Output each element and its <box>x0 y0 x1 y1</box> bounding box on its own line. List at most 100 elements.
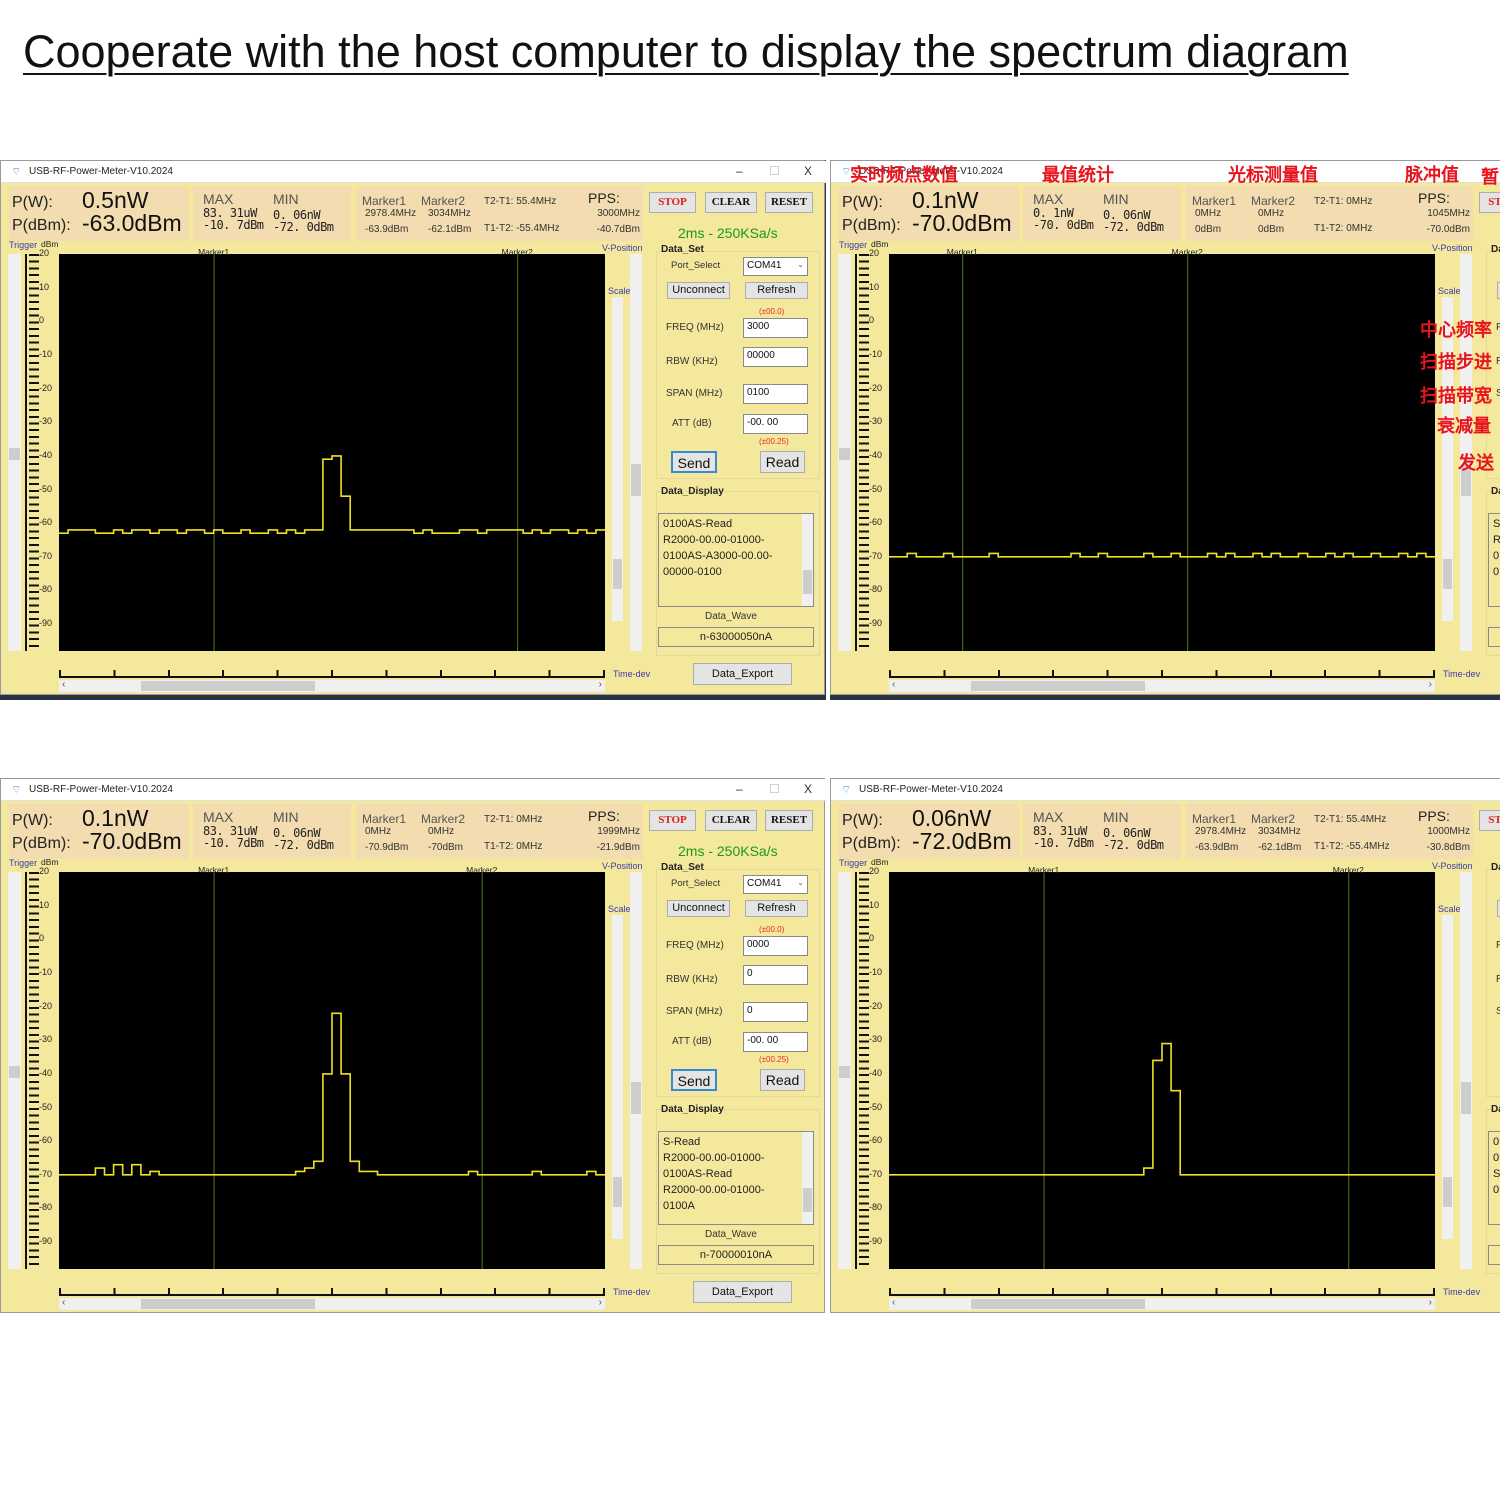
scroll-right-icon[interactable]: › <box>599 679 602 690</box>
refresh-button[interactable]: Refresh <box>745 900 808 917</box>
scale-scroll-thumb[interactable] <box>1443 1177 1452 1207</box>
display-scrollbar[interactable] <box>802 1132 813 1224</box>
stop-button[interactable]: STOP <box>1479 810 1500 831</box>
horizontal-scroll-thumb[interactable] <box>971 681 1145 691</box>
power-readout: P(W): P(dBm): 0.1nW -70.0dBm <box>839 186 1019 241</box>
horizontal-scroll-thumb[interactable] <box>141 1299 315 1309</box>
rbw-input[interactable]: 0 <box>743 965 808 985</box>
annotation-stats: 最值统计 <box>1042 165 1114 186</box>
close-button[interactable]: X <box>804 782 812 796</box>
data-export-button[interactable]: Data_Export <box>693 663 792 685</box>
data-export-button[interactable]: Data_Export <box>693 1281 792 1303</box>
display-scroll-thumb[interactable] <box>803 570 812 594</box>
v-position-scrollbar[interactable] <box>630 254 642 651</box>
port-select-dropdown[interactable]: COM41 ⌄ <box>743 257 808 276</box>
minimize-button[interactable]: – <box>736 164 743 178</box>
send-button[interactable]: Send <box>671 451 717 473</box>
spectrum-plot <box>889 872 1435 1269</box>
trigger-scroll-thumb[interactable] <box>839 448 850 460</box>
reset-button[interactable]: RESET <box>765 192 813 213</box>
maximize-button[interactable]: ☐ <box>769 164 780 178</box>
trigger-scroll-thumb[interactable] <box>9 448 20 460</box>
horizontal-scrollbar[interactable]: ‹ › <box>889 679 1435 692</box>
reset-button[interactable]: RESET <box>765 810 813 831</box>
clear-button[interactable]: CLEAR <box>705 810 757 831</box>
stop-button[interactable]: STOP <box>649 192 696 213</box>
y-tick-label: -80 <box>869 584 883 595</box>
scroll-left-icon[interactable]: ‹ <box>62 1297 65 1308</box>
scroll-left-icon[interactable]: ‹ <box>892 679 895 690</box>
scale-scrollbar[interactable] <box>1442 297 1453 621</box>
trigger-scrollbar[interactable] <box>838 872 851 1269</box>
trigger-scroll-thumb[interactable] <box>9 1066 20 1078</box>
y-tick-label: -90 <box>869 618 883 629</box>
unconnect-button[interactable]: Unconnect <box>667 900 730 917</box>
marker2-dbm: -70dBm <box>428 842 464 853</box>
v-position-scroll-thumb[interactable] <box>1461 1082 1471 1114</box>
trigger-scrollbar[interactable] <box>838 254 851 651</box>
maximize-button[interactable]: ☐ <box>769 782 780 796</box>
port-select-dropdown[interactable]: COM41 ⌄ <box>743 875 808 894</box>
spectrum-trace <box>59 1012 605 1176</box>
wifi-icon: ⌔ <box>11 166 22 178</box>
display-scrollbar[interactable] <box>802 514 813 606</box>
v-position-scroll-thumb[interactable] <box>631 464 641 496</box>
scroll-right-icon[interactable]: › <box>599 1297 602 1308</box>
power-meter-window: ⌔ USB-RF-Power-Meter-V10.2024 – ☐ X P(W)… <box>830 160 1500 695</box>
trigger-scroll-thumb[interactable] <box>839 1066 850 1078</box>
stop-button[interactable]: STOP <box>1479 192 1500 213</box>
freq-input[interactable]: 3000 <box>743 318 808 338</box>
horizontal-scrollbar[interactable]: ‹ › <box>59 679 605 692</box>
pdbm-value: -70.0dBm <box>82 828 182 854</box>
scroll-left-icon[interactable]: ‹ <box>892 1297 895 1308</box>
scale-scrollbar[interactable] <box>1442 915 1453 1239</box>
clear-button[interactable]: CLEAR <box>705 192 757 213</box>
horizontal-scrollbar[interactable]: ‹ › <box>889 1297 1435 1310</box>
display-scroll-thumb[interactable] <box>803 1188 812 1212</box>
stop-button[interactable]: STOP <box>649 810 696 831</box>
horizontal-scrollbar[interactable]: ‹ › <box>59 1297 605 1310</box>
trigger-scrollbar[interactable] <box>8 872 21 1269</box>
att-input[interactable]: -00. 00 <box>743 414 808 434</box>
scale-scroll-thumb[interactable] <box>613 1177 622 1207</box>
scroll-right-icon[interactable]: › <box>1429 679 1432 690</box>
v-position-scrollbar[interactable] <box>630 872 642 1269</box>
data-display-textarea[interactable]: 0100AS-Read R2000-00.00-01000- 0100AS-A3… <box>658 513 814 607</box>
span-input[interactable]: 0100 <box>743 384 808 404</box>
horizontal-scroll-thumb[interactable] <box>971 1299 1145 1309</box>
v-position-scroll-thumb[interactable] <box>631 1082 641 1114</box>
refresh-button[interactable]: Refresh <box>745 282 808 299</box>
scroll-left-icon[interactable]: ‹ <box>62 679 65 690</box>
read-button[interactable]: Read <box>760 451 805 473</box>
v-position-scrollbar[interactable] <box>1460 872 1472 1269</box>
data-display-textarea[interactable]: S-Read R2000-00.00-01000- 0100AS-Read R2… <box>658 1131 814 1225</box>
data-display-textarea[interactable]: S R 0 0 <box>1488 513 1500 607</box>
pps-label: PPS: <box>588 190 620 206</box>
marker2-freq: 3034MHz <box>1258 826 1301 837</box>
trigger-scrollbar[interactable] <box>8 254 21 651</box>
chevron-down-icon: ⌄ <box>797 878 804 887</box>
window-title: USB-RF-Power-Meter-V10.2024 <box>29 166 173 177</box>
scale-scroll-thumb[interactable] <box>613 559 622 589</box>
scale-scrollbar[interactable] <box>612 915 623 1239</box>
rbw-input[interactable]: 00000 <box>743 347 808 367</box>
close-button[interactable]: X <box>804 164 812 178</box>
read-button[interactable]: Read <box>760 1069 805 1091</box>
scroll-right-icon[interactable]: › <box>1429 1297 1432 1308</box>
marker2-top-label: Marker2 <box>466 865 498 875</box>
rbw-label: RBW (KHz) <box>1496 974 1500 985</box>
freq-input[interactable]: 0000 <box>743 936 808 956</box>
data-display-textarea[interactable]: 0 0 S 0 <box>1488 1131 1500 1225</box>
port-value: COM41 <box>747 878 782 889</box>
scale-scroll-thumb[interactable] <box>1443 559 1452 589</box>
horizontal-scroll-thumb[interactable] <box>141 681 315 691</box>
unconnect-button[interactable]: Unconnect <box>667 282 730 299</box>
pw-label: P(W): <box>842 812 883 829</box>
span-input[interactable]: 0 <box>743 1002 808 1022</box>
scale-scrollbar[interactable] <box>612 297 623 621</box>
minimize-button[interactable]: – <box>736 782 743 796</box>
send-button[interactable]: Send <box>671 1069 717 1091</box>
y-tick-label: -40 <box>869 1067 883 1078</box>
data-wave-value <box>1488 627 1500 647</box>
att-input[interactable]: -00. 00 <box>743 1032 808 1052</box>
